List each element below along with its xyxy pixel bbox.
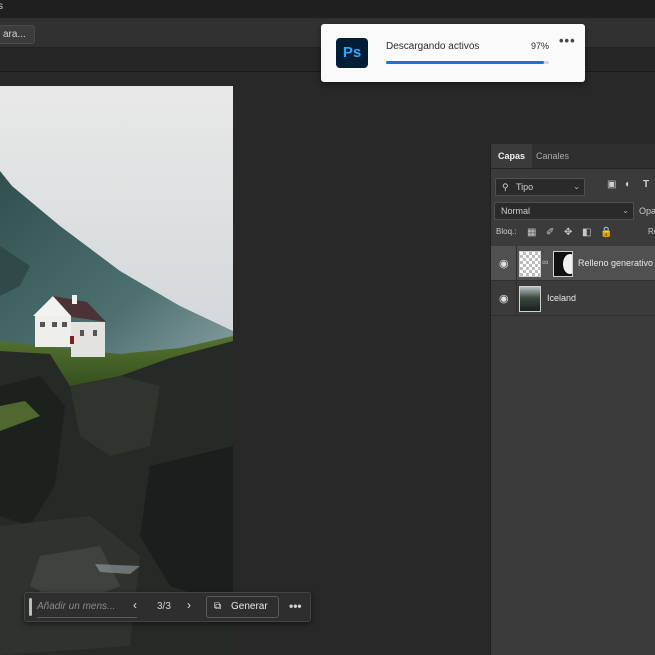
layer-thumbnail — [519, 286, 541, 312]
generate-button-label: Generar — [231, 601, 268, 612]
generative-fill-bar: Añadir un mens... ‹ 3/3 › ⧉ Generar ••• — [24, 592, 311, 622]
progress-bar-fill — [386, 61, 545, 64]
layers-panel: Capas Canales ⚲ Tipo ⌄ ▣ ◐ T Normal ⌄ Op… — [490, 144, 655, 655]
type-filter-icon[interactable]: T — [643, 179, 649, 190]
lock-row: Bloq.: ▦ ✐ ✥ ◧ 🔒 Re — [496, 227, 655, 241]
variation-counter: 3/3 — [157, 601, 171, 612]
lock-transparency-icon[interactable]: ▦ — [527, 227, 536, 238]
chevron-right-icon[interactable]: › — [187, 598, 191, 612]
image-filter-icon[interactable]: ▣ — [607, 179, 616, 190]
notification-more-button[interactable]: ••• — [559, 33, 576, 48]
document-canvas[interactable] — [0, 86, 233, 655]
tab-canales[interactable]: Canales — [529, 144, 576, 168]
search-icon: ⚲ — [502, 182, 509, 192]
chevron-down-icon: ⌄ — [622, 206, 629, 215]
mask-link-icon[interactable]: ∞ — [542, 257, 548, 267]
photoshop-logo-icon: Ps — [336, 38, 368, 68]
more-options-button[interactable]: ••• — [289, 599, 302, 613]
layer-row[interactable]: ◉ Iceland — [491, 281, 655, 316]
panel-tab-bar: Capas Canales — [491, 144, 655, 169]
layer-name[interactable]: Relleno generativo — [578, 258, 653, 268]
prompt-input[interactable]: Añadir un mens... — [37, 597, 137, 618]
layer-mask-thumbnail[interactable] — [553, 251, 573, 277]
iceland-photo — [0, 86, 233, 655]
chevron-left-icon[interactable]: ‹ — [133, 598, 137, 612]
visibility-eye-icon[interactable]: ◉ — [499, 292, 509, 305]
blend-mode-select[interactable]: Normal ⌄ — [494, 202, 634, 220]
adjustment-filter-icon[interactable]: ◐ — [625, 179, 631, 190]
options-button[interactable]: ara... — [0, 25, 35, 44]
fill-label: Re — [648, 227, 655, 236]
layer-name[interactable]: Iceland — [547, 293, 576, 303]
generate-button[interactable]: ⧉ Generar — [206, 596, 279, 618]
download-notification: Ps Descargando activos 97% ••• — [321, 24, 585, 82]
lock-all-icon[interactable]: 🔒 — [600, 227, 612, 238]
menu-item[interactable]: s — [0, 1, 3, 12]
lock-position-icon[interactable]: ✥ — [564, 227, 572, 238]
visibility-eye-icon[interactable]: ◉ — [499, 257, 509, 270]
layer-thumbnail — [519, 251, 541, 277]
tab-capas[interactable]: Capas — [491, 144, 533, 168]
generate-icon: ⧉ — [214, 601, 222, 612]
lock-label: Bloq.: — [496, 227, 517, 236]
opacity-label: Opa — [639, 206, 655, 216]
layer-filter-select[interactable]: ⚲ Tipo ⌄ — [495, 178, 585, 196]
progress-percent: 97% — [531, 41, 550, 51]
drag-handle[interactable] — [29, 598, 32, 616]
divider — [516, 281, 517, 315]
blend-mode-value: Normal — [501, 206, 531, 216]
menu-bar: s — [0, 0, 655, 19]
divider — [516, 246, 517, 280]
layer-row[interactable]: ◉ ∞ Relleno generativo — [491, 246, 655, 281]
notification-message: Descargando activos — [386, 41, 480, 52]
progress-bar — [386, 61, 549, 64]
lock-artboard-icon[interactable]: ◧ — [582, 227, 591, 238]
filter-label: Tipo — [516, 182, 534, 192]
chevron-down-icon: ⌄ — [573, 182, 580, 191]
lock-paint-icon[interactable]: ✐ — [546, 227, 554, 238]
